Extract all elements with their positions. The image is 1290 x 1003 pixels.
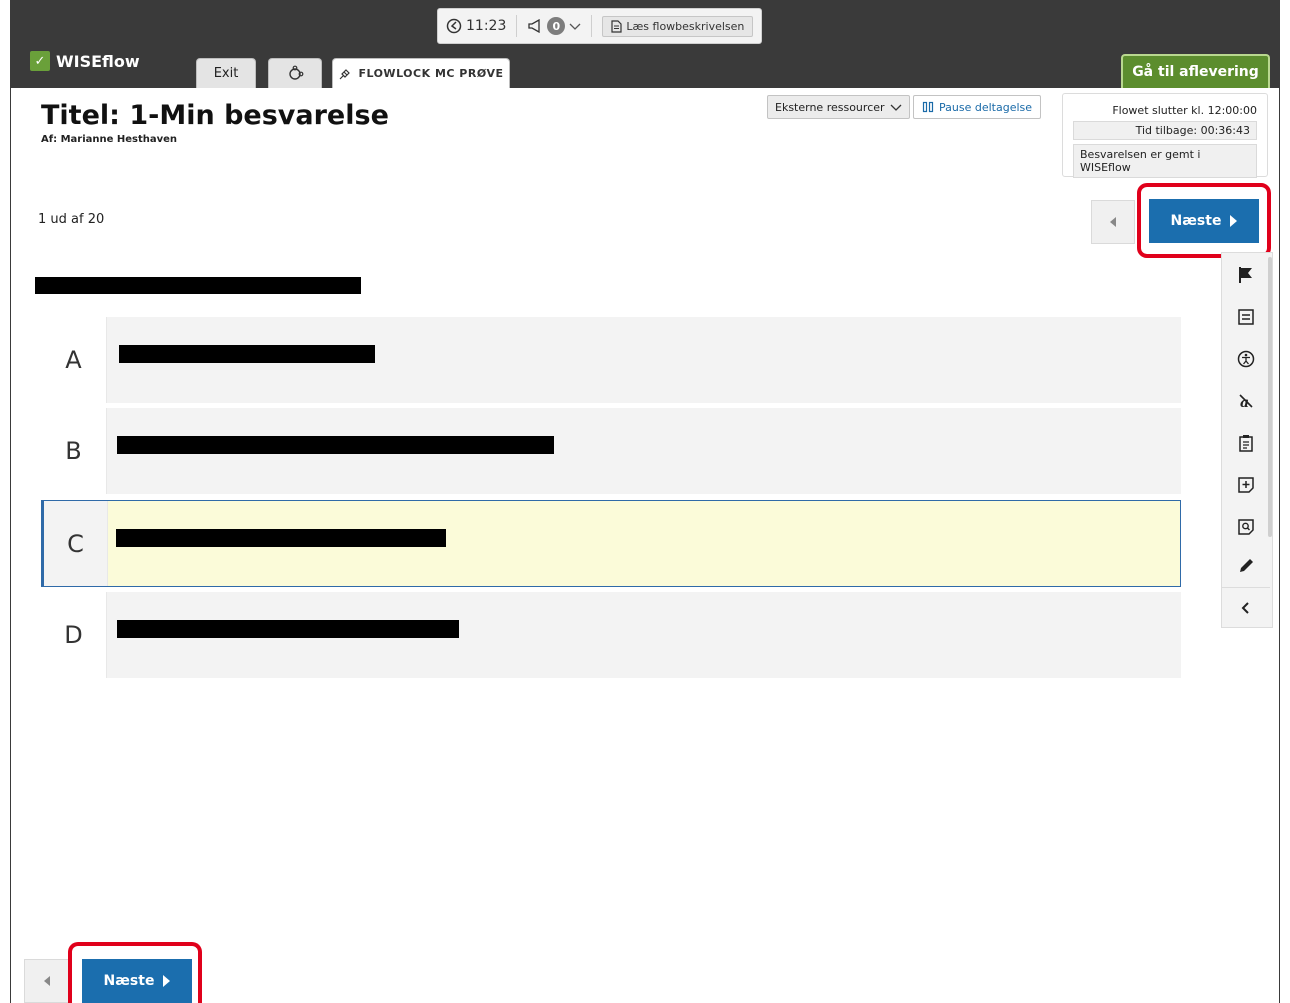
plugin-tab[interactable] [268,58,322,88]
caret-left-icon [44,976,50,986]
collapse-toolbar-button[interactable] [1222,587,1270,627]
external-resources-dropdown[interactable]: Eksterne ressourcer [767,95,910,119]
document-icon [611,19,622,33]
flowlock-tab-label: FLOWLOCK MC PRØVE [358,67,504,80]
redacted-text [117,620,459,638]
highlight-box [1137,183,1271,258]
draw-tool[interactable] [1222,549,1270,583]
option-content [107,317,1181,403]
plug-icon [340,68,351,79]
note-search-icon [1238,519,1254,535]
option-letter: D [41,592,107,678]
flow-end-time: Flowet slutter kl. 12:00:00 [1112,104,1257,117]
puzzle-icon [289,65,304,80]
flag-icon [1239,267,1252,283]
clock-time: 11:23 [466,18,507,34]
accessibility-tool[interactable] [1222,339,1270,379]
caret-left-icon [1110,217,1116,227]
previous-button-bottom[interactable] [24,959,70,1003]
pencil-icon [1240,559,1253,572]
option-content [107,408,1181,494]
time-left: Tid tilbage: 00:36:43 [1073,121,1257,140]
question-counter: 1 ud af 20 [38,212,105,227]
external-resources-label: Eksterne ressourcer [775,100,885,114]
question-text-redacted [35,277,361,294]
announcements-button[interactable]: 0 [527,9,581,43]
redacted-text [117,436,554,454]
logo-icon: ✓ [30,51,50,71]
previous-button[interactable] [1091,200,1135,244]
chevron-down-icon [890,104,901,111]
highlight-box [68,942,202,1003]
option-letter: A [41,317,107,403]
logo-text: WISEflow [56,51,140,71]
option-b[interactable]: B [41,408,1181,494]
author: Af: Marianne Hesthaven [41,134,178,145]
wiseflow-logo: ✓ WISEflow [30,51,140,71]
exit-tab[interactable]: Exit [196,58,256,88]
chevron-down-icon [569,23,581,30]
option-letter: B [41,408,107,494]
redacted-text [119,345,375,363]
list-icon [1238,309,1254,325]
add-note-tool[interactable] [1222,465,1270,505]
pause-label: Pause deltagelse [939,100,1033,114]
option-content [107,592,1181,678]
status-bar: 11:23 0 Læs flowbeskrivelsen [437,8,763,44]
option-c[interactable]: C [41,500,1181,587]
saved-status: Besvarelsen er gemt i WISEflow [1073,144,1257,178]
clipboard-icon [1239,435,1253,452]
page-title: Titel: 1-Min besvarelse [41,100,389,131]
redacted-text [116,529,446,547]
flag-tool[interactable] [1222,255,1270,295]
megaphone-icon [528,19,541,33]
overview-tool[interactable] [1222,297,1270,337]
side-toolbar: a [1221,252,1273,628]
pause-button[interactable]: Pause deltagelse [913,95,1042,119]
accessibility-icon [1237,350,1255,368]
flowlock-tab[interactable]: FLOWLOCK MC PRØVE [332,58,510,88]
option-d[interactable]: D [41,592,1181,678]
spellcheck-tool[interactable]: a [1222,381,1270,421]
clock: 11:23 [446,9,506,43]
chevron-left-icon [1241,601,1249,614]
notification-badge: 0 [547,17,566,35]
divider [516,15,518,37]
submit-button[interactable]: Gå til aflevering [1121,54,1270,88]
flow-info-box: Flowet slutter kl. 12:00:00 Tid tilbage:… [1062,93,1268,178]
option-a[interactable]: A [41,317,1181,403]
spellcheck-icon: a [1239,394,1253,410]
divider [591,15,593,37]
add-note-icon [1238,477,1254,493]
option-content [108,501,1180,586]
clock-icon [446,18,462,34]
flow-description-button[interactable]: Læs flowbeskrivelsen [602,15,754,37]
pause-icon [922,101,934,113]
notes-tool[interactable] [1222,423,1270,463]
option-letter: C [42,501,108,586]
view-note-tool[interactable] [1222,507,1270,547]
flow-description-label: Læs flowbeskrivelsen [626,19,745,33]
